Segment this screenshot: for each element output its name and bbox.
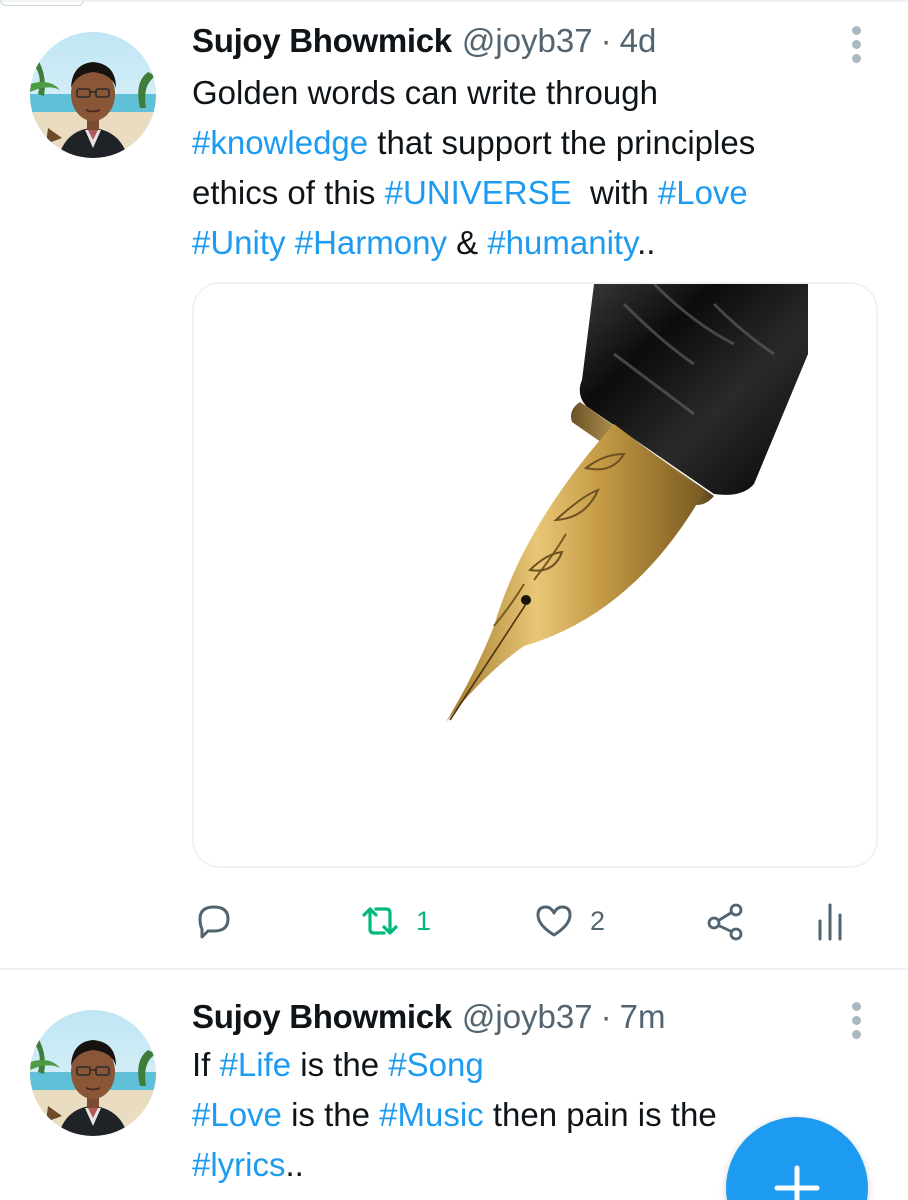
- hashtag-link[interactable]: #Song: [388, 1046, 483, 1083]
- text-line: #Love is the #Music then pain is the: [192, 1090, 812, 1140]
- text-segment: is the: [291, 1046, 389, 1083]
- text-segment: If: [192, 1046, 220, 1083]
- hashtag-link[interactable]: #UNIVERSE: [385, 174, 572, 211]
- analytics-button[interactable]: [810, 896, 854, 946]
- text-line: If #Life is the #Song: [192, 1040, 812, 1090]
- text-segment: &: [446, 224, 488, 261]
- hashtag-link[interactable]: #humanity: [487, 224, 637, 261]
- tweet[interactable]: Sujoy Bhowmick @joyb37 · 4d Golden words…: [0, 0, 908, 968]
- retweet-button[interactable]: 1: [358, 896, 431, 946]
- retweet-count: 1: [416, 905, 432, 936]
- reply-button[interactable]: [192, 896, 236, 946]
- user-handle[interactable]: @joyb37: [462, 998, 593, 1036]
- share-icon: [707, 903, 743, 941]
- reply-icon: [198, 905, 230, 939]
- avatar[interactable]: [30, 32, 156, 158]
- text-segment: that support the principles: [368, 124, 756, 161]
- tweet-header: Sujoy Bhowmick @joyb37 · 7m: [192, 996, 665, 1038]
- separator-dot: ·: [600, 22, 612, 59]
- heart-icon: [536, 905, 572, 937]
- separator-dot: ·: [600, 998, 612, 1035]
- hashtag-link[interactable]: #Music: [379, 1096, 484, 1133]
- analytics-icon: [818, 903, 842, 941]
- tweet-image[interactable]: [192, 282, 878, 868]
- text-segment: with: [571, 174, 658, 211]
- hashtag-link[interactable]: #Life: [220, 1046, 292, 1083]
- text-line: ethics of this #UNIVERSE with #Love: [192, 168, 872, 218]
- hashtag-link[interactable]: #lyrics: [192, 1146, 286, 1183]
- text-line: #lyrics..: [192, 1140, 812, 1190]
- tweet-actions: 1 2: [192, 896, 882, 946]
- avatar[interactable]: [30, 1010, 156, 1136]
- hashtag-link[interactable]: #knowledge: [192, 124, 368, 161]
- more-options-icon[interactable]: [846, 24, 868, 64]
- timestamp[interactable]: 4d: [620, 22, 657, 60]
- tweet-header: Sujoy Bhowmick @joyb37 · 4d: [192, 20, 656, 62]
- timestamp[interactable]: 7m: [620, 998, 666, 1036]
- display-name[interactable]: Sujoy Bhowmick: [192, 22, 452, 60]
- retweet-icon: [362, 907, 398, 935]
- text-segment: ethics of this: [192, 174, 385, 211]
- text-line: Golden words can write through: [192, 68, 872, 118]
- text-segment: [286, 224, 295, 261]
- user-handle[interactable]: @joyb37: [462, 22, 593, 60]
- hashtag-link[interactable]: #Love: [658, 174, 748, 211]
- text-segment: Golden words can write through: [192, 74, 658, 111]
- share-button[interactable]: [704, 896, 748, 946]
- like-count: 2: [590, 905, 606, 936]
- tweet-text: If #Life is the #Song #Love is the #Music…: [192, 1040, 812, 1190]
- text-segment: ..: [285, 1146, 304, 1183]
- text-line: #Unity #Harmony & #humanity..: [192, 218, 872, 268]
- more-options-icon[interactable]: [846, 1000, 868, 1040]
- fountain-pen-nib-image: [446, 284, 808, 722]
- hashtag-link[interactable]: #Unity: [192, 224, 286, 261]
- text-segment: then pain is the: [483, 1096, 717, 1133]
- display-name[interactable]: Sujoy Bhowmick: [192, 998, 452, 1036]
- tweet-text: Golden words can write through #knowledge…: [192, 68, 872, 268]
- text-segment: ..: [637, 224, 656, 261]
- text-segment: is the: [281, 1096, 380, 1133]
- hashtag-link[interactable]: #Harmony: [295, 224, 447, 261]
- text-line: #knowledge that support the principles: [192, 118, 872, 168]
- hashtag-link[interactable]: #Love: [192, 1096, 282, 1133]
- like-button[interactable]: 2: [532, 896, 605, 946]
- plus-icon: [774, 1165, 820, 1200]
